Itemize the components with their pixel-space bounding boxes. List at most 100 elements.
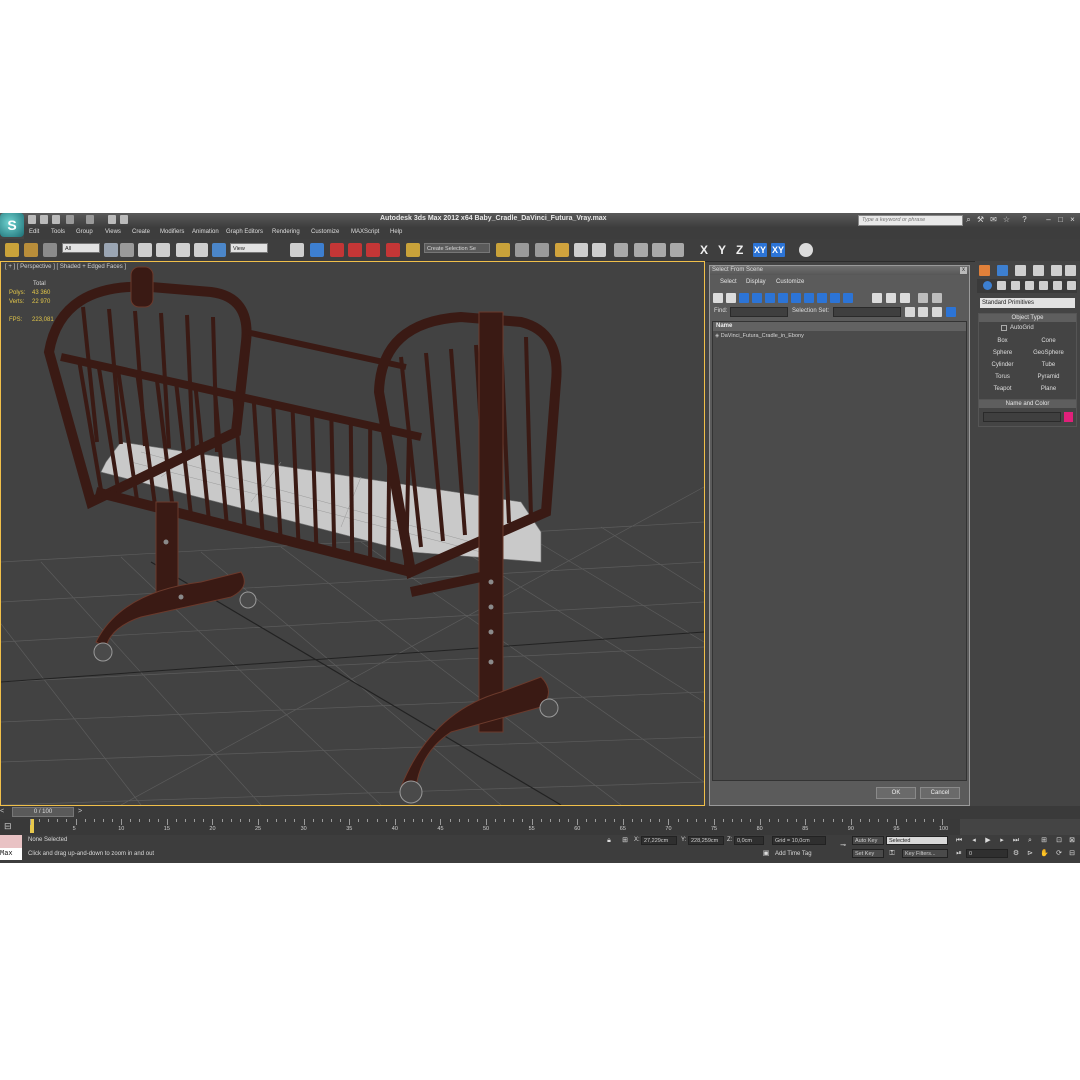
maximize-viewport-icon[interactable]: ⊟ <box>1068 850 1076 858</box>
primitive-cone-button[interactable]: Cone <box>1027 336 1070 346</box>
curve-editor-icon[interactable] <box>574 243 588 257</box>
display-filter-icon[interactable] <box>843 293 853 303</box>
menu-tools[interactable]: Tools <box>51 229 65 235</box>
object-name-field[interactable] <box>983 412 1061 422</box>
move-icon[interactable] <box>176 243 190 257</box>
edit-named-selection-icon[interactable] <box>406 243 420 257</box>
menu-animation[interactable]: Animation <box>192 229 219 235</box>
binoculars-icon[interactable]: ⌕ <box>964 215 973 224</box>
zoom-icon[interactable]: ⌕ <box>1026 837 1034 845</box>
dialog-menu-customize[interactable]: Customize <box>776 279 804 285</box>
advanced-filter-icon[interactable] <box>932 293 942 303</box>
rotate-icon[interactable] <box>194 243 208 257</box>
primitive-cylinder-button[interactable]: Cylinder <box>981 360 1024 370</box>
select-and-link-icon[interactable] <box>5 243 19 257</box>
rect-selection-icon[interactable] <box>138 243 152 257</box>
display-filter-icon[interactable] <box>726 293 736 303</box>
track-bar[interactable]: ⊟ 5 10 15 20 25 30 35 40 45 50 55 60 65 70 75 80 85 90 95 1… <box>0 819 960 835</box>
selection-set-dropdown[interactable] <box>833 307 901 317</box>
menu-customize[interactable]: Customize <box>311 229 339 235</box>
display-filter-icon[interactable] <box>739 293 749 303</box>
menu-modifiers[interactable]: Modifiers <box>160 229 184 235</box>
display-filter-icon[interactable] <box>778 293 788 303</box>
save-selection-set-icon[interactable] <box>905 307 915 317</box>
spinner-snap-icon[interactable] <box>386 243 400 257</box>
menu-graph-editors[interactable]: Graph Editors <box>226 229 263 235</box>
cancel-button[interactable]: Cancel <box>920 787 960 799</box>
display-hierarchy-icon[interactable] <box>872 293 882 303</box>
display-filter-icon[interactable] <box>752 293 762 303</box>
primitive-plane-button[interactable]: Plane <box>1027 384 1070 394</box>
display-influences-icon[interactable] <box>900 293 910 303</box>
rendered-frame-window-icon[interactable] <box>652 243 666 257</box>
subscription-icon[interactable]: ⚒ <box>976 215 985 224</box>
edit-selection-set-icon[interactable] <box>918 307 928 317</box>
filter-icon[interactable] <box>918 293 928 303</box>
cameras-icon[interactable] <box>1025 281 1034 290</box>
pivot-center-icon[interactable] <box>290 243 304 257</box>
menu-edit[interactable]: Edit <box>29 229 39 235</box>
fetch-icon[interactable] <box>120 215 128 224</box>
undo-icon[interactable] <box>66 215 74 224</box>
bind-space-warp-icon[interactable] <box>43 243 57 257</box>
primitive-pyramid-button[interactable]: Pyramid <box>1027 372 1070 382</box>
hold-icon[interactable] <box>108 215 116 224</box>
zoom-all-icon[interactable]: ⊞ <box>1040 837 1048 845</box>
display-filter-icon[interactable] <box>765 293 775 303</box>
menu-help[interactable]: Help <box>390 229 402 235</box>
help-icon[interactable]: ? <box>1020 215 1029 224</box>
play-icon[interactable]: ▶ <box>984 837 992 845</box>
display-filter-icon[interactable] <box>713 293 723 303</box>
scale-icon[interactable] <box>212 243 226 257</box>
primitive-box-button[interactable]: Box <box>981 336 1024 346</box>
time-configuration-icon[interactable]: ⚙ <box>1012 850 1020 858</box>
primitive-category-dropdown[interactable]: Standard Primitives <box>980 298 1075 308</box>
render-setup-icon[interactable] <box>634 243 648 257</box>
object-type-header[interactable]: Object Type <box>979 314 1076 322</box>
current-frame-field[interactable]: 0 <box>966 849 1008 858</box>
next-frame-icon[interactable]: > <box>78 808 85 817</box>
communication-icon[interactable]: ✉ <box>989 215 998 224</box>
selection-set-key-dropdown[interactable]: Selected <box>886 836 948 845</box>
minimize-icon[interactable]: – <box>1044 215 1053 224</box>
utilities-tab-icon[interactable] <box>1065 265 1076 276</box>
window-crossing-icon[interactable] <box>156 243 170 257</box>
material-editor-icon[interactable] <box>614 243 628 257</box>
new-file-icon[interactable] <box>28 215 36 224</box>
set-key-button[interactable]: Set Key <box>852 849 884 858</box>
column-header-name[interactable]: Name <box>713 322 966 331</box>
reference-coordinate-dropdown[interactable]: View <box>230 243 268 253</box>
unlink-icon[interactable] <box>24 243 38 257</box>
lock-selection-icon[interactable]: 🔒︎ <box>605 837 613 845</box>
primitive-tube-button[interactable]: Tube <box>1027 360 1070 370</box>
primitive-sphere-button[interactable]: Sphere <box>981 348 1024 358</box>
add-time-tag-button[interactable]: Add Time Tag <box>775 851 812 857</box>
save-file-icon[interactable] <box>52 215 60 224</box>
favorites-icon[interactable]: ☆ <box>1002 215 1011 224</box>
display-tab-icon[interactable] <box>1051 265 1062 276</box>
z-coordinate-field[interactable]: 0,0cm <box>734 836 764 845</box>
mini-curve-editor-icon[interactable]: ⊟ <box>4 821 18 833</box>
axis-x-button[interactable]: X <box>700 243 708 257</box>
object-list[interactable]: Name ◈ DaVinci_Futura_Cradle_in_Ebony <box>712 321 967 781</box>
goto-end-icon[interactable]: ⏭ <box>1012 837 1020 845</box>
menu-rendering[interactable]: Rendering <box>272 229 300 235</box>
ok-button[interactable]: OK <box>876 787 916 799</box>
display-filter-icon[interactable] <box>817 293 827 303</box>
angle-snap-icon[interactable] <box>348 243 362 257</box>
geometry-icon[interactable] <box>983 281 992 290</box>
hierarchy-tab-icon[interactable] <box>1015 265 1026 276</box>
primitive-torus-button[interactable]: Torus <box>981 372 1024 382</box>
time-slider[interactable]: < 0 / 100 > <box>0 806 1080 819</box>
space-warps-icon[interactable] <box>1053 281 1062 290</box>
display-filter-icon[interactable] <box>804 293 814 303</box>
time-tag-icon[interactable]: ▣ <box>762 850 770 858</box>
selection-filter-dropdown[interactable]: All <box>62 243 100 253</box>
object-color-swatch[interactable] <box>1064 412 1073 422</box>
close-icon[interactable]: × <box>1068 215 1077 224</box>
primitive-geosphere-button[interactable]: GeoSphere <box>1027 348 1070 358</box>
auto-key-button[interactable]: Auto Key <box>852 836 884 845</box>
delete-selection-set-icon[interactable] <box>932 307 942 317</box>
zoom-extents-icon[interactable]: ⊡ <box>1055 837 1063 845</box>
percent-snap-icon[interactable] <box>366 243 380 257</box>
